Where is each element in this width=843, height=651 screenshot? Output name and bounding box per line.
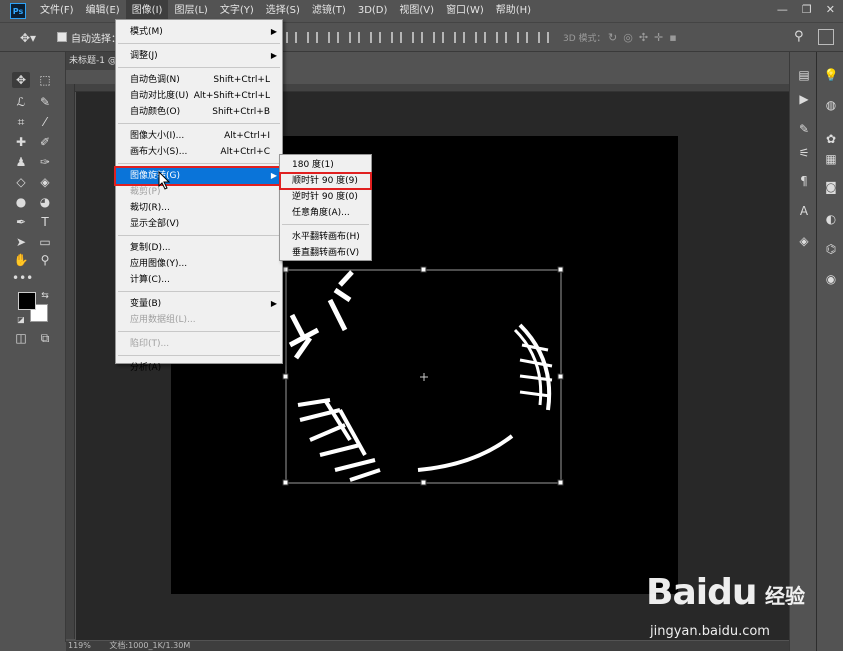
transform-handle bbox=[282, 266, 289, 273]
adjustments-icon[interactable]: ◙ bbox=[821, 178, 841, 196]
mouse-cursor-icon bbox=[158, 171, 171, 190]
menu-separator bbox=[118, 291, 280, 292]
image-menu-item[interactable]: 自动色调(N) Shift+Ctrl+L bbox=[116, 72, 282, 88]
menu-separator bbox=[118, 67, 280, 68]
transform-handle bbox=[282, 479, 289, 486]
image-menu-item[interactable]: 显示全部(V) bbox=[116, 216, 282, 232]
rotation-submenu-item[interactable]: 任意角度(A)... bbox=[280, 205, 371, 221]
color-swatches-icon[interactable]: ✿ bbox=[821, 130, 841, 148]
photoshop-window: Ps 文件(F) 编辑(E) 图像(I) 图层(L) 文字(Y) 选择(S) 滤镜(T) 3D… bbox=[0, 0, 843, 651]
brush-settings-icon[interactable]: ⚟ bbox=[794, 144, 814, 162]
menu-item-label: 计算(C)... bbox=[130, 275, 170, 285]
submenu-arrow-icon: ▶ bbox=[270, 51, 277, 60]
image-menu-item[interactable]: 计算(C)... bbox=[116, 272, 282, 288]
menu-item-label: 自动色调(N) bbox=[130, 75, 180, 85]
image-menu-item[interactable]: 复制(D)... bbox=[116, 240, 282, 256]
menu-item-label: 变量(B) bbox=[130, 299, 162, 309]
submenu-arrow-icon: ▶ bbox=[270, 299, 277, 308]
transform-handle bbox=[557, 479, 564, 486]
layers-stack-icon[interactable]: ◈ bbox=[794, 232, 814, 250]
image-menu-item: 应用数据组(L)... bbox=[116, 312, 282, 328]
history-panel-icon[interactable]: ▤ bbox=[794, 66, 814, 84]
menu-separator bbox=[118, 163, 280, 164]
swatches-grid-icon[interactable]: ▦ bbox=[821, 150, 841, 168]
menu-item-label: 裁剪(P) bbox=[130, 187, 161, 197]
art-glyph-stroke bbox=[297, 398, 381, 482]
rotation-submenu-item[interactable]: 垂直翻转画布(V) bbox=[280, 245, 371, 261]
zoom-level[interactable]: 119% bbox=[68, 641, 91, 650]
menu-item-shortcut: Shift+Ctrl+L bbox=[213, 75, 270, 85]
art-arc-stroke bbox=[518, 323, 552, 411]
menu-item-label: 自动颜色(O) bbox=[130, 107, 181, 117]
image-menu-dropdown: 模式(M) ▶ 调整(J) ▶ 自动色调(N) Shift+Ctrl+L 自动对比度(U) A… bbox=[114, 19, 284, 373]
image-menu-item[interactable]: 图像大小(I)... Alt+Ctrl+I bbox=[116, 128, 282, 144]
paths-icon[interactable]: ⌬ bbox=[821, 240, 841, 258]
transform-handle bbox=[557, 266, 564, 273]
image-menu-item[interactable]: 自动颜色(O) Shift+Ctrl+B bbox=[116, 104, 282, 120]
menu-item-shortcut: Shift+Ctrl+B bbox=[212, 107, 270, 117]
menu-separator bbox=[118, 123, 280, 124]
transform-handle bbox=[420, 479, 427, 486]
image-menu-item[interactable]: 应用图像(Y)... bbox=[116, 256, 282, 272]
rotation-submenu-item[interactable]: 顺时针 90 度(9) bbox=[279, 172, 372, 190]
image-menu-item[interactable]: 图像旋转(G) ▶ bbox=[114, 166, 284, 186]
menu-item-label: 应用数据组(L)... bbox=[130, 315, 196, 325]
rotation-submenu-item[interactable]: 180 度(1) bbox=[280, 157, 371, 173]
actions-play-icon[interactable]: ▶ bbox=[794, 90, 814, 108]
menu-separator bbox=[282, 224, 369, 225]
brush-panel-icon[interactable]: ✎ bbox=[794, 120, 814, 138]
channels-icon[interactable]: ◉ bbox=[821, 270, 841, 288]
menu-item-label: 模式(M) bbox=[130, 27, 163, 37]
menu-item-label: 画布大小(S)... bbox=[130, 147, 188, 157]
document-info: 文档:1000_1K/1.30M bbox=[109, 641, 191, 650]
rotation-submenu-item[interactable]: 逆时针 90 度(0) bbox=[280, 189, 371, 205]
image-menu-item: 陷印(T)... bbox=[116, 336, 282, 352]
menu-item-label: 显示全部(V) bbox=[130, 219, 180, 229]
image-menu-item[interactable]: 模式(M) ▶ bbox=[116, 24, 282, 40]
image-menu-item[interactable]: 变量(B) ▶ bbox=[116, 296, 282, 312]
transform-center-point bbox=[420, 373, 428, 381]
image-menu-item[interactable]: 分析(A) ▶ bbox=[116, 360, 282, 376]
menu-separator bbox=[118, 43, 280, 44]
menu-item-label: 陷印(T)... bbox=[130, 339, 170, 349]
image-rotation-submenu: 180 度(1) 顺时针 90 度(9) 逆时针 90 度(0) 任意角度(A)...… bbox=[279, 154, 372, 261]
watermark-url: jingyan.baidu.com bbox=[650, 624, 770, 639]
image-menu-item[interactable]: 调整(J) ▶ bbox=[116, 48, 282, 64]
transform-handle bbox=[282, 373, 289, 380]
styles-icon[interactable]: ◐ bbox=[821, 210, 841, 228]
art-arc-stroke bbox=[417, 434, 514, 472]
menu-separator bbox=[118, 235, 280, 236]
menu-item-shortcut: Alt+Shift+Ctrl+L bbox=[193, 91, 270, 101]
transform-handle bbox=[420, 266, 427, 273]
menu-item-label: 裁切(R)... bbox=[130, 203, 170, 213]
submenu-arrow-icon: ▶ bbox=[270, 363, 277, 372]
menu-item-label: 调整(J) bbox=[130, 51, 158, 61]
rotation-submenu-item[interactable]: 水平翻转画布(H) bbox=[280, 229, 371, 245]
transform-handle bbox=[557, 373, 564, 380]
menu-item-shortcut: Alt+Ctrl+C bbox=[220, 147, 270, 157]
image-menu-item[interactable]: 自动对比度(U) Alt+Shift+Ctrl+L bbox=[116, 88, 282, 104]
paragraph-icon[interactable]: ¶ bbox=[794, 172, 814, 190]
baidu-jingyan-watermark: Baidu 经验 jingyan.baidu.com bbox=[640, 560, 840, 650]
watermark-brand: Baidu bbox=[646, 572, 757, 613]
watermark-product: 经验 bbox=[765, 584, 805, 608]
menu-item-shortcut: Alt+Ctrl+I bbox=[224, 131, 270, 141]
libraries-icon[interactable]: ◍ bbox=[821, 96, 841, 114]
menu-item-label: 分析(A) bbox=[130, 363, 162, 373]
submenu-arrow-icon: ▶ bbox=[270, 171, 277, 180]
image-menu-item[interactable]: 裁切(R)... bbox=[116, 200, 282, 216]
menu-item-label: 复制(D)... bbox=[130, 243, 171, 253]
image-menu-item: 裁剪(P) bbox=[116, 184, 282, 200]
art-glyph-stroke bbox=[288, 270, 354, 360]
menu-item-label: 图像大小(I)... bbox=[130, 131, 185, 141]
menu-separator bbox=[118, 331, 280, 332]
menu-item-label: 应用图像(Y)... bbox=[130, 259, 188, 269]
submenu-arrow-icon: ▶ bbox=[270, 27, 277, 36]
image-menu-item[interactable]: 画布大小(S)... Alt+Ctrl+C bbox=[116, 144, 282, 160]
learn-bulb-icon[interactable]: 💡 bbox=[821, 66, 841, 84]
menu-separator bbox=[118, 355, 280, 356]
menu-item-label: 自动对比度(U) bbox=[130, 91, 189, 101]
character-icon[interactable]: A bbox=[794, 202, 814, 220]
